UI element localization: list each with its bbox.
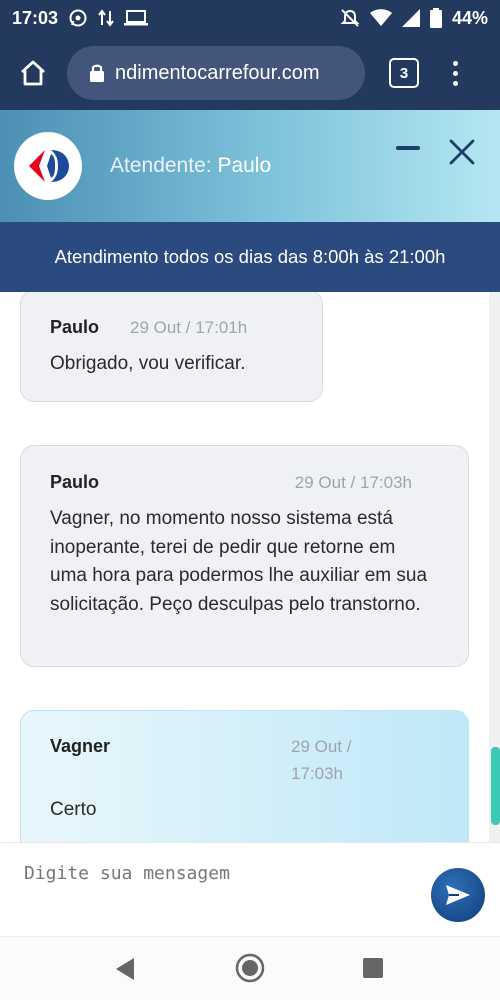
browser-toolbar: ndimentocarrefour.com 3 bbox=[0, 36, 500, 110]
close-button[interactable] bbox=[448, 138, 476, 166]
message-bubble: Paulo 29 Out / 17:03h Vagner, no momento… bbox=[20, 445, 469, 667]
message-author: Paulo bbox=[50, 472, 100, 492]
back-button[interactable] bbox=[114, 957, 136, 986]
message-bubble: Paulo 29 Out / 17:01h Obrigado, vou veri… bbox=[20, 292, 323, 402]
mute-icon bbox=[340, 8, 360, 28]
data-transfer-icon bbox=[98, 9, 114, 27]
system-navigation-bar bbox=[0, 936, 500, 1000]
close-icon bbox=[449, 139, 475, 165]
signal-icon bbox=[401, 9, 420, 27]
message-time: 29 Out / 17:03h bbox=[294, 473, 412, 492]
chat-title-prefix: Atendente: bbox=[110, 154, 212, 177]
message-author: Vagner bbox=[50, 736, 111, 756]
tabs-button[interactable]: 3 bbox=[389, 58, 419, 88]
scrollbar-thumb[interactable] bbox=[491, 747, 500, 825]
address-bar[interactable]: ndimentocarrefour.com bbox=[67, 46, 365, 100]
message-text: Certo bbox=[50, 799, 97, 820]
message-list[interactable]: Paulo 29 Out / 17:01h Obrigado, vou veri… bbox=[0, 292, 500, 842]
home-button[interactable] bbox=[9, 49, 57, 97]
home-circle-icon bbox=[235, 953, 265, 983]
chat-header: Atendente: Paulo bbox=[0, 110, 500, 222]
lock-icon bbox=[90, 64, 104, 82]
hours-banner: Atendimento todos os dias das 8:00h às 2… bbox=[0, 222, 500, 292]
recent-apps-button[interactable] bbox=[363, 958, 383, 978]
status-bar: 17:03 44% bbox=[0, 0, 500, 36]
wifi-icon bbox=[369, 9, 392, 27]
send-icon bbox=[446, 885, 470, 905]
url-text: ndimentocarrefour.com bbox=[115, 61, 320, 84]
overflow-menu-button[interactable] bbox=[445, 53, 465, 93]
battery-percent: 44% bbox=[451, 7, 488, 28]
message-time-line2: 17:03h bbox=[291, 764, 343, 783]
battery-icon bbox=[429, 8, 442, 28]
message-input[interactable] bbox=[24, 857, 404, 889]
message-text: Obrigado, vou verificar. bbox=[50, 353, 246, 374]
laptop-icon bbox=[124, 9, 149, 27]
message-text: Vagner, no momento nosso sistema está in… bbox=[50, 508, 428, 615]
back-icon bbox=[116, 958, 134, 980]
minimize-button[interactable] bbox=[396, 146, 420, 150]
home-icon bbox=[21, 60, 45, 86]
send-button[interactable] bbox=[431, 868, 485, 922]
message-author: Paulo bbox=[50, 317, 100, 337]
chat-title: Atendente: Paulo bbox=[110, 154, 271, 178]
message-composer bbox=[0, 842, 500, 936]
message-bubble-user: Vagner 29 Out / 17:03h Certo bbox=[20, 710, 469, 842]
whatsapp-icon bbox=[68, 8, 88, 28]
message-time: 29 Out / 17:01h bbox=[130, 318, 248, 337]
message-time-line1: 29 Out / bbox=[291, 737, 352, 756]
status-time: 17:03 bbox=[12, 7, 59, 28]
agent-name: Paulo bbox=[217, 154, 272, 177]
home-nav-button[interactable] bbox=[235, 953, 265, 988]
carrefour-logo bbox=[14, 132, 82, 200]
